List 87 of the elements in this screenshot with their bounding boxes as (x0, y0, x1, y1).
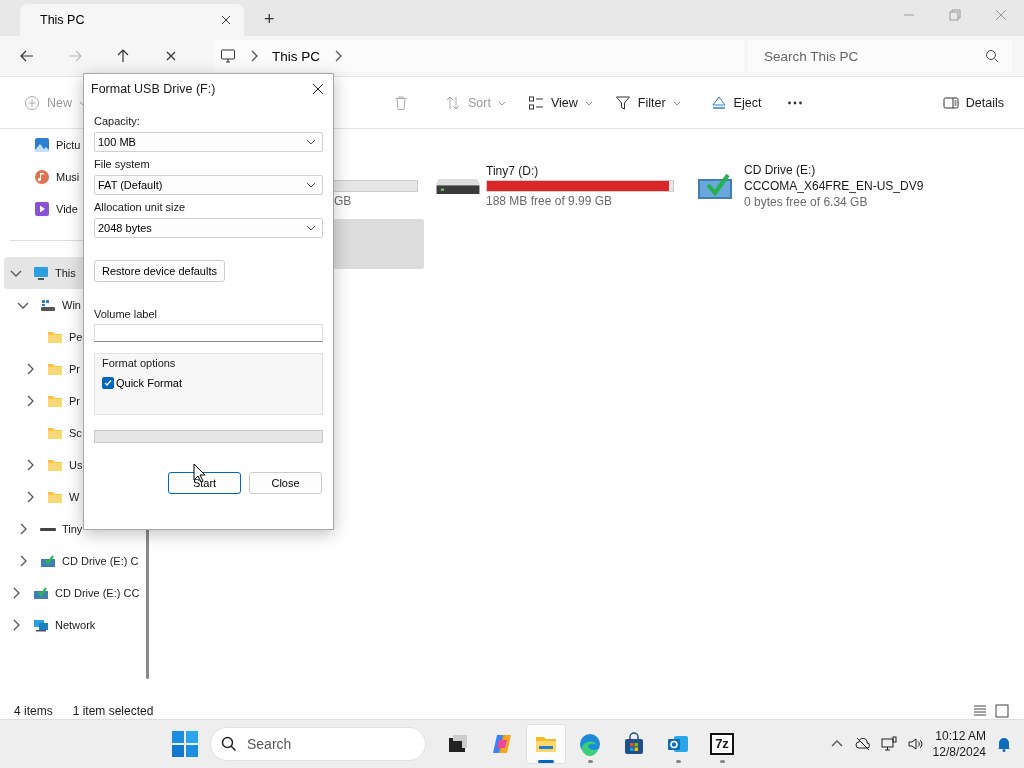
item-count: 4 items (14, 704, 53, 718)
details-pane-icon (942, 94, 959, 111)
nav-item[interactable]: CD Drive (E:) C (0, 545, 157, 577)
folder-icon (47, 489, 63, 505)
videos-icon (34, 201, 50, 217)
monitor-icon (220, 48, 236, 64)
close-button[interactable]: Close (249, 472, 322, 494)
free-space: 0 bytes free of 6.34 GB (744, 195, 869, 209)
free-space: 188 MB free of 9.99 GB (486, 194, 614, 208)
chevron-icon (306, 182, 316, 188)
archiver-app-icon[interactable]: 7z (710, 733, 734, 755)
drive-icon (40, 297, 56, 313)
eject-icon (710, 94, 727, 111)
sort-icon (445, 94, 461, 111)
start-icon[interactable] (172, 731, 198, 757)
volume-label: CCCOMA_X64FRE_EN-US_DV9 (744, 179, 924, 193)
plus-circle-icon (24, 94, 40, 111)
folder-icon (47, 329, 63, 345)
breadcrumb[interactable]: This PC (272, 48, 320, 64)
dialog-title: Format USB Drive (F:) (91, 82, 216, 96)
drive-icon (40, 527, 56, 531)
nav-item[interactable]: CD Drive (E:) CC (0, 577, 157, 609)
cd-drive-icon (33, 585, 49, 601)
volume-icon[interactable] (906, 736, 923, 752)
free-space: GB (334, 194, 353, 208)
nav-item[interactable]: W (0, 481, 157, 513)
search-field[interactable]: Search This PC (748, 40, 1012, 72)
field-label: Volume label (94, 308, 158, 320)
chevron-icon (306, 225, 316, 231)
details-view-icon[interactable] (972, 703, 988, 719)
copilot-icon[interactable] (490, 732, 514, 756)
toolbar-button[interactable]: Eject (702, 88, 770, 117)
folder-icon (47, 425, 63, 441)
nav-item[interactable]: Us (0, 449, 157, 481)
nav-item[interactable]: Sc (0, 417, 157, 449)
dropdown[interactable]: 2048 bytes (94, 218, 323, 238)
toolbar-button[interactable]: View (519, 88, 601, 117)
field-label: Capacity: (94, 115, 141, 127)
nav-item[interactable]: Network (0, 609, 157, 641)
checkbox[interactable]: Quick Format (102, 377, 182, 389)
cloud-off-icon[interactable] (854, 736, 871, 752)
toolbar-button[interactable]: Filter (606, 88, 689, 117)
nav-item[interactable]: Pe (0, 321, 157, 353)
drive-tile[interactable]: CD Drive (E:) CCCOMA_X64FRE_EN-US_DV9 0 bytes free of 6.34 GB (688, 161, 946, 211)
tiles-view-icon[interactable] (994, 703, 1010, 719)
selection-count: 1 item selected (72, 704, 154, 718)
dropdown[interactable]: 100 MB (94, 132, 323, 152)
search-icon (984, 48, 1000, 64)
drive-name: CD Drive (E:) (744, 163, 817, 177)
explorer-tab[interactable]: This PC (20, 4, 244, 36)
hard-drive-icon (436, 178, 480, 194)
close-icon (312, 83, 324, 95)
search-icon (221, 736, 237, 752)
filter-icon (614, 94, 631, 111)
pictures-icon (34, 137, 50, 153)
up-arrow-icon[interactable] (115, 48, 131, 64)
address-field[interactable]: This PC (214, 40, 744, 72)
clock[interactable]: 10:12 AM 12/8/2024 (932, 728, 986, 760)
drive-name: Tiny7 (D:) (486, 164, 540, 178)
network-icon (33, 617, 49, 633)
back-arrow-icon[interactable] (19, 48, 35, 64)
view-icon (527, 94, 544, 111)
cd-drive-icon (40, 553, 56, 569)
folder-icon (47, 361, 63, 377)
music-icon (34, 169, 50, 185)
dropdown[interactable]: FAT (Default) (94, 175, 323, 195)
field-label: File system (94, 158, 151, 170)
group-title: Format options (102, 357, 177, 369)
checkmark-icon (103, 378, 113, 388)
selected-drive-tile[interactable] (334, 219, 424, 269)
chevron-icon (306, 139, 316, 145)
new-tab-button[interactable]: + (260, 9, 279, 30)
toolbar-button[interactable]: Details (934, 88, 1012, 117)
folder-icon (47, 457, 63, 473)
start-button[interactable]: Start (168, 472, 241, 494)
folder-icon (47, 393, 63, 409)
monitor-icon (33, 265, 49, 281)
field-label: Allocation unit size (94, 201, 187, 213)
browser-icon[interactable] (578, 732, 602, 756)
input-field[interactable] (94, 324, 323, 342)
restore-defaults-button[interactable]: Restore device defaults (94, 260, 225, 282)
search-field[interactable]: Search (210, 727, 426, 761)
bell-icon[interactable] (996, 736, 1012, 752)
store-bag-icon[interactable] (622, 732, 646, 756)
network-icon[interactable] (880, 736, 897, 752)
drive-tile[interactable]: Tiny7 (D:) 188 MB free of 9.99 GB (430, 161, 688, 211)
nav-item[interactable]: Tiny (0, 513, 157, 545)
